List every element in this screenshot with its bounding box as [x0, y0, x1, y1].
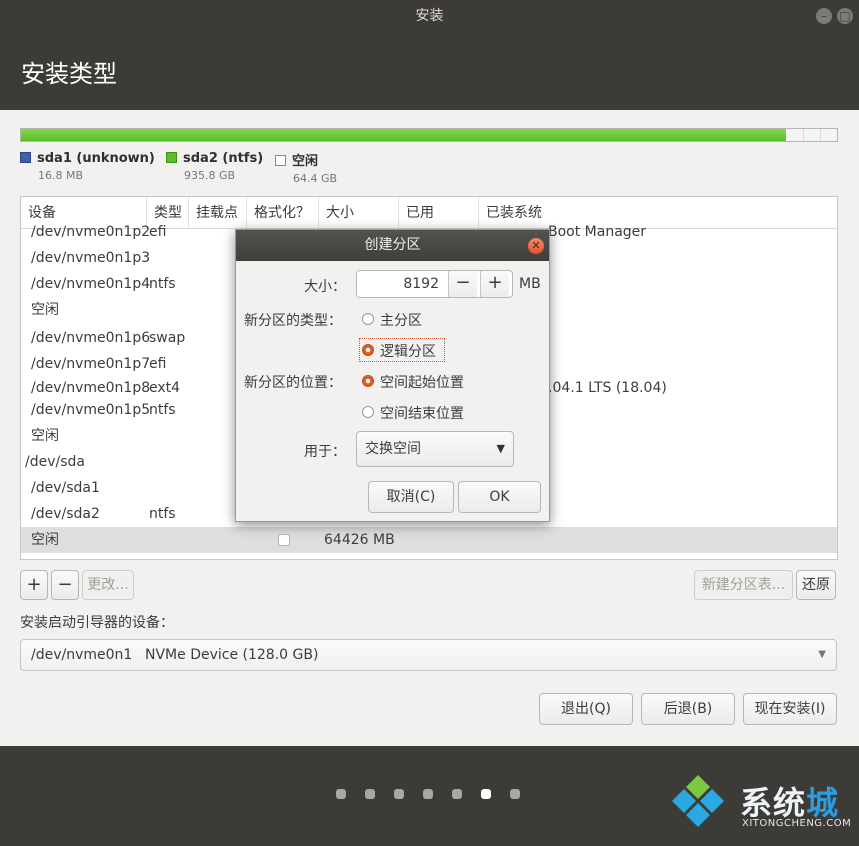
- cell-size: 64426 MB: [324, 532, 395, 548]
- cell-type: ntfs: [149, 402, 176, 418]
- cell-device: /dev/nvme0n1p4: [31, 276, 151, 292]
- legend-swatch: [20, 152, 31, 163]
- radio-label: 空间起始位置: [380, 375, 464, 391]
- usage-segment-sda2: [21, 129, 786, 141]
- cell-device: 空闲: [31, 532, 59, 548]
- radio-label: 空间结束位置: [380, 406, 464, 422]
- revert-button[interactable]: 还原: [796, 570, 836, 600]
- progress-dot: [423, 789, 433, 799]
- legend-sda1: sda1 (unknown) 16.8 MB: [20, 150, 155, 182]
- use-as-label: 用于：: [304, 444, 346, 460]
- cell-device: /dev/nvme0n1p6: [31, 330, 151, 346]
- legend-name: 空闲: [292, 154, 319, 169]
- progress-dot: [365, 789, 375, 799]
- progress-footer: [0, 746, 859, 846]
- progress-dot: [510, 789, 520, 799]
- create-partition-dialog: 创建分区 ✕ 大小： 8192 − + MB 新分区的类型： 主分区 逻辑分区 …: [235, 229, 550, 522]
- bootloader-device-value: /dev/nvme0n1: [31, 647, 133, 663]
- cell-type: efi: [149, 224, 167, 240]
- progress-dot: [394, 789, 404, 799]
- location-begin-radio[interactable]: 空间起始位置: [362, 372, 472, 391]
- cell-device: /dev/nvme0n1p7: [31, 356, 151, 372]
- page-title: 安装类型: [21, 60, 117, 88]
- legend-free: 空闲 64.4 GB: [275, 150, 337, 185]
- legend-name: sda1 (unknown): [37, 151, 155, 166]
- add-partition-button[interactable]: +: [20, 570, 48, 600]
- dialog-title: 创建分区: [364, 237, 421, 253]
- format-checkbox[interactable]: [278, 534, 290, 546]
- size-label: 大小：: [304, 279, 346, 295]
- radio-label: 逻辑分区: [380, 344, 436, 360]
- cell-type: swap: [149, 330, 186, 346]
- page-header: 安装类型: [0, 32, 859, 110]
- cell-device: /dev/nvme0n1p3: [31, 250, 151, 266]
- cell-device: /dev/sda1: [31, 480, 100, 496]
- legend-name: sda2 (ntfs): [183, 151, 264, 166]
- close-icon[interactable]: ✕: [528, 238, 544, 254]
- cell-type: ntfs: [149, 506, 176, 522]
- cell-device: /dev/nvme0n1p2: [31, 224, 151, 240]
- watermark-url: XITONGCHENG.COM: [742, 818, 852, 829]
- caret-down-icon: ▼: [496, 442, 505, 455]
- use-as-value: 交换空间: [365, 441, 421, 457]
- cell-system: Boot Manager: [548, 224, 647, 240]
- bootloader-device-label: 安装启动引导器的设备：: [20, 615, 174, 631]
- cancel-button[interactable]: 取消(C): [368, 481, 454, 513]
- cell-device: /dev/nvme0n1p5: [31, 402, 151, 418]
- installer-window: 安装 – □ 安装类型 sda1 (unknown) 16.8 MB sda2 …: [0, 0, 859, 846]
- bootloader-device-description: NVMe Device (128.0 GB): [145, 647, 319, 663]
- cell-device: /dev/sda2: [31, 506, 100, 522]
- new-partition-table-button[interactable]: 新建分区表...: [694, 570, 793, 600]
- disk-usage-bar: [20, 128, 838, 142]
- window-titlebar[interactable]: 安装 – □: [0, 0, 859, 32]
- size-input[interactable]: 8192: [357, 271, 447, 297]
- usage-segment-free: [787, 129, 837, 141]
- cell-type: efi: [149, 356, 167, 372]
- legend-size: 16.8 MB: [38, 169, 84, 182]
- maximize-icon[interactable]: □: [837, 8, 853, 24]
- window-title: 安装: [415, 8, 444, 24]
- legend-size: 935.8 GB: [184, 169, 236, 182]
- progress-dot: [336, 789, 346, 799]
- remove-partition-button[interactable]: −: [51, 570, 79, 600]
- ok-button[interactable]: OK: [458, 481, 541, 513]
- chevron-down-icon: ▼: [818, 649, 826, 660]
- legend-swatch: [166, 152, 177, 163]
- radio-icon: [362, 313, 374, 325]
- table-row[interactable]: 空闲 64426 MB: [21, 527, 837, 553]
- use-as-select[interactable]: 交换空间 ▼: [356, 431, 514, 467]
- minimize-icon[interactable]: –: [816, 8, 832, 24]
- legend-size: 64.4 GB: [293, 172, 338, 185]
- watermark-logo-icon: [672, 775, 724, 827]
- size-increment-button[interactable]: +: [480, 271, 509, 297]
- progress-dot: [452, 789, 462, 799]
- dialog-titlebar[interactable]: 创建分区 ✕: [236, 230, 549, 261]
- radio-icon: [362, 406, 374, 418]
- partition-location-label: 新分区的位置：: [244, 375, 342, 391]
- cell-device: 空闲: [31, 428, 59, 444]
- location-end-radio[interactable]: 空间结束位置: [362, 403, 472, 422]
- legend-sda2: sda2 (ntfs) 935.8 GB: [166, 150, 263, 182]
- size-decrement-button[interactable]: −: [448, 271, 477, 297]
- watermark-text-b: 城: [806, 784, 840, 822]
- change-partition-button[interactable]: 更改...: [82, 570, 134, 600]
- quit-button[interactable]: 退出(Q): [539, 693, 633, 725]
- progress-dot: [481, 789, 491, 799]
- size-unit: MB: [519, 276, 541, 292]
- legend-swatch: [275, 155, 286, 166]
- install-now-button[interactable]: 现在安装(I): [743, 693, 837, 725]
- primary-partition-radio[interactable]: 主分区: [362, 310, 442, 329]
- bootloader-device-select[interactable]: /dev/nvme0n1 NVMe Device (128.0 GB) ▼: [20, 639, 837, 671]
- radio-selected-icon: [362, 375, 374, 387]
- watermark-text-a: 系统: [740, 784, 807, 822]
- partition-type-label: 新分区的类型：: [244, 313, 342, 329]
- back-button[interactable]: 后退(B): [641, 693, 735, 725]
- logical-partition-radio[interactable]: 逻辑分区: [359, 338, 445, 362]
- cell-type: ntfs: [149, 276, 176, 292]
- size-spinner[interactable]: 8192 − +: [356, 270, 513, 298]
- cell-device: /dev/sda: [25, 454, 85, 470]
- cell-device: 空闲: [31, 302, 59, 318]
- radio-label: 主分区: [380, 313, 422, 329]
- radio-selected-icon: [362, 344, 374, 356]
